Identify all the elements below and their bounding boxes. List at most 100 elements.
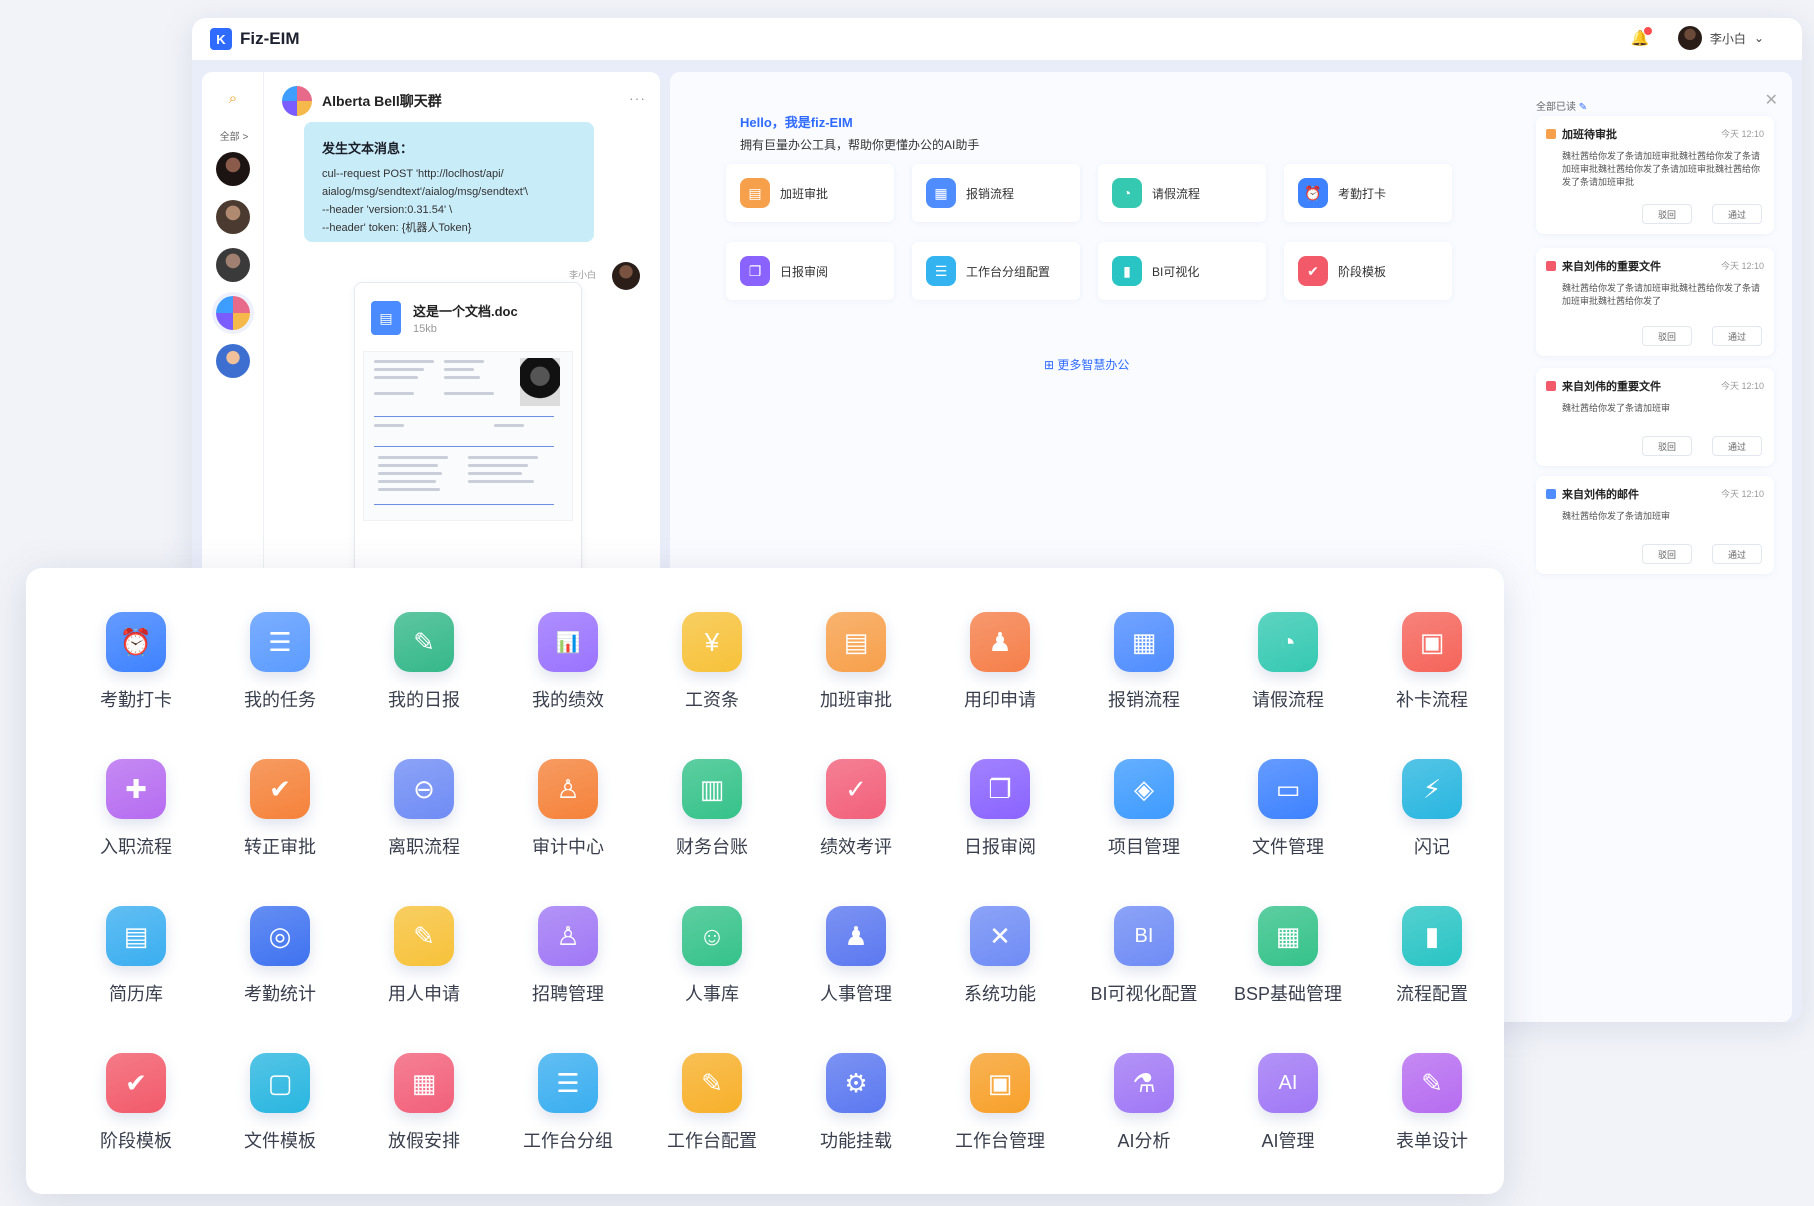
quick-card[interactable]: ❐ 日报审阅 <box>726 242 894 300</box>
app-tile[interactable]: ▦ BSP基础管理 <box>1216 906 1360 1053</box>
contact-avatar[interactable] <box>216 200 250 234</box>
app-tile[interactable]: ✎ 表单设计 <box>1360 1053 1504 1200</box>
hiring-request-icon: ✎ <box>394 906 454 966</box>
approve-button[interactable]: 通过 <box>1712 326 1762 346</box>
app-tile[interactable]: ▤ 加班审批 <box>784 612 928 759</box>
user-menu[interactable]: 李小白 ⌄ <box>1677 26 1764 50</box>
app-tile[interactable]: ✔ 转正审批 <box>208 759 352 906</box>
app-tile[interactable]: ▤ 简历库 <box>64 906 208 1053</box>
app-tile[interactable]: ◔ 请假流程 <box>1216 612 1360 759</box>
app-label: AI分析 <box>1117 1131 1171 1151</box>
approve-button[interactable]: 通过 <box>1712 436 1762 456</box>
approve-button[interactable]: 通过 <box>1712 544 1762 564</box>
filter-all[interactable]: 全部 > <box>212 128 256 143</box>
more-icon[interactable]: ··· <box>629 90 646 106</box>
notice-card[interactable]: 来自刘伟的重要文件 今天 12:10 魏社茜给你发了条请加班审 驳回 通过 <box>1536 368 1774 466</box>
app-tile[interactable]: ✓ 绩效考评 <box>784 759 928 906</box>
search-icon[interactable]: ⌕ <box>216 84 250 112</box>
close-icon[interactable]: ✕ <box>1765 90 1778 110</box>
app-label: 功能挂载 <box>820 1131 892 1151</box>
app-tile[interactable]: ▦ 报销流程 <box>1072 612 1216 759</box>
reject-button[interactable]: 驳回 <box>1642 436 1692 456</box>
app-launcher: ⏰ 考勤打卡 ☰ 我的任务 ✎ 我的日报 📊 我的绩效 ¥ 工资条 ▤ 加班审批 ♟ 用印申请 ▦ 报销流程 ◔… <box>26 568 1504 1194</box>
app-label: 工作台分组 <box>523 1131 613 1151</box>
daily-review-icon: ❐ <box>740 256 770 286</box>
preview-photo <box>520 358 560 406</box>
app-tile[interactable]: ¥ 工资条 <box>640 612 784 759</box>
group-avatar-active[interactable] <box>216 296 250 330</box>
app-tile[interactable]: ⏰ 考勤打卡 <box>64 612 208 759</box>
sender-name: 李小白 <box>568 270 596 280</box>
approve-button[interactable]: 通过 <box>1712 204 1762 224</box>
workbench-group-icon: ☰ <box>538 1053 598 1113</box>
app-tile[interactable]: ♙ 招聘管理 <box>496 906 640 1053</box>
reject-button[interactable]: 驳回 <box>1642 326 1692 346</box>
performance-icon: 📊 <box>538 612 598 672</box>
app-tile[interactable]: ⊖ 离职流程 <box>352 759 496 906</box>
quick-card[interactable]: ✔ 阶段模板 <box>1284 242 1452 300</box>
bell-icon[interactable]: 🔔 <box>1630 27 1652 48</box>
app-tile[interactable]: ❐ 日报审阅 <box>928 759 1072 906</box>
app-tile[interactable]: ♙ 审计中心 <box>496 759 640 906</box>
app-tile[interactable]: ▦ 放假安排 <box>352 1053 496 1200</box>
quick-card[interactable]: ▮ BI可视化 <box>1098 242 1266 300</box>
contact-avatar[interactable] <box>216 248 250 282</box>
app-tile[interactable]: ⚡ 闪记 <box>1360 759 1504 906</box>
contact-avatar[interactable] <box>216 344 250 378</box>
message-line: aialog/msg/sendtext'/aialog/msg/sendtext… <box>322 186 528 198</box>
app-label: 我的绩效 <box>532 690 604 710</box>
quick-card[interactable]: ◔ 请假流程 <box>1098 164 1266 222</box>
app-tile[interactable]: ◈ 项目管理 <box>1072 759 1216 906</box>
app-tile[interactable]: ▭ 文件管理 <box>1216 759 1360 906</box>
more-office-link[interactable]: ⊞ 更多智慧办公 <box>1044 356 1129 373</box>
app-tile[interactable]: ✔ 阶段模板 <box>64 1053 208 1200</box>
app-tile[interactable]: ▣ 补卡流程 <box>1360 612 1504 759</box>
notice-card[interactable]: 加班待审批 今天 12:10 魏社茜给你发了条请加班审批魏社茜给你发了条请加班审… <box>1536 116 1774 234</box>
document-message[interactable]: ▤ 这是一个文档.doc 15kb <box>354 282 582 582</box>
app-tile[interactable]: ✎ 用人申请 <box>352 906 496 1053</box>
app-tile[interactable]: ♟ 人事管理 <box>784 906 928 1053</box>
app-tile[interactable]: 📊 我的绩效 <box>496 612 640 759</box>
app-tile[interactable]: AI AI管理 <box>1216 1053 1360 1200</box>
app-tile[interactable]: ▥ 财务台账 <box>640 759 784 906</box>
app-label: 考勤统计 <box>244 984 316 1004</box>
hr-manage-icon: ♟ <box>826 906 886 966</box>
app-label: 工资条 <box>685 690 739 710</box>
app-tile[interactable]: BI BI可视化配置 <box>1072 906 1216 1053</box>
app-tile[interactable]: ♟ 用印申请 <box>928 612 1072 759</box>
quick-card[interactable]: ☰ 工作台分组配置 <box>912 242 1080 300</box>
app-tile[interactable]: ▮ 流程配置 <box>1360 906 1504 1053</box>
fingerprint-icon: ◎ <box>250 906 310 966</box>
app-tile[interactable]: ✚ 入职流程 <box>64 759 208 906</box>
app-tile[interactable]: ☰ 我的任务 <box>208 612 352 759</box>
app-tile[interactable]: ☺ 人事库 <box>640 906 784 1053</box>
document-size: 15kb <box>413 323 437 335</box>
app-tile[interactable]: ◎ 考勤统计 <box>208 906 352 1053</box>
reject-button[interactable]: 驳回 <box>1642 544 1692 564</box>
app-tile[interactable]: ⚗ AI分析 <box>1072 1053 1216 1200</box>
app-tile[interactable]: ⚙ 功能挂载 <box>784 1053 928 1200</box>
notice-time: 今天 12:10 <box>1720 489 1764 499</box>
app-tile[interactable]: ✕ 系统功能 <box>928 906 1072 1053</box>
app-tile[interactable]: ▢ 文件模板 <box>208 1053 352 1200</box>
app-tile[interactable]: ✎ 我的日报 <box>352 612 496 759</box>
reject-button[interactable]: 驳回 <box>1642 204 1692 224</box>
makeup-icon: ▣ <box>1402 612 1462 672</box>
app-grid: ⏰ 考勤打卡 ☰ 我的任务 ✎ 我的日报 📊 我的绩效 ¥ 工资条 ▤ 加班审批 ♟ 用印申请 ▦ 报销流程 ◔… <box>64 612 1504 1200</box>
app-tile[interactable]: ✎ 工作台配置 <box>640 1053 784 1200</box>
notice-title: 加班待审批 <box>1562 129 1617 141</box>
quick-card-label: 请假流程 <box>1152 186 1201 201</box>
app-label: 用人申请 <box>388 984 460 1004</box>
quick-card[interactable]: ⏰ 考勤打卡 <box>1284 164 1452 222</box>
app-label: 加班审批 <box>820 690 892 710</box>
notice-card[interactable]: 来自刘伟的重要文件 今天 12:10 魏社茜给你发了条请加班审批魏社茜给你发了条… <box>1536 248 1774 356</box>
app-tile[interactable]: ▣ 工作台管理 <box>928 1053 1072 1200</box>
quick-card[interactable]: ▤ 加班审批 <box>726 164 894 222</box>
app-tile[interactable]: ☰ 工作台分组 <box>496 1053 640 1200</box>
notice-card[interactable]: 来自刘伟的邮件 今天 12:10 魏社茜给你发了条请加班审 驳回 通过 <box>1536 476 1774 574</box>
contact-avatar[interactable] <box>216 152 250 186</box>
read-all-button[interactable]: 全部已读 ✎ <box>1536 98 1587 113</box>
overtime-icon: ▤ <box>826 612 886 672</box>
evaluation-icon: ✓ <box>826 759 886 819</box>
quick-card[interactable]: ▦ 报销流程 <box>912 164 1080 222</box>
